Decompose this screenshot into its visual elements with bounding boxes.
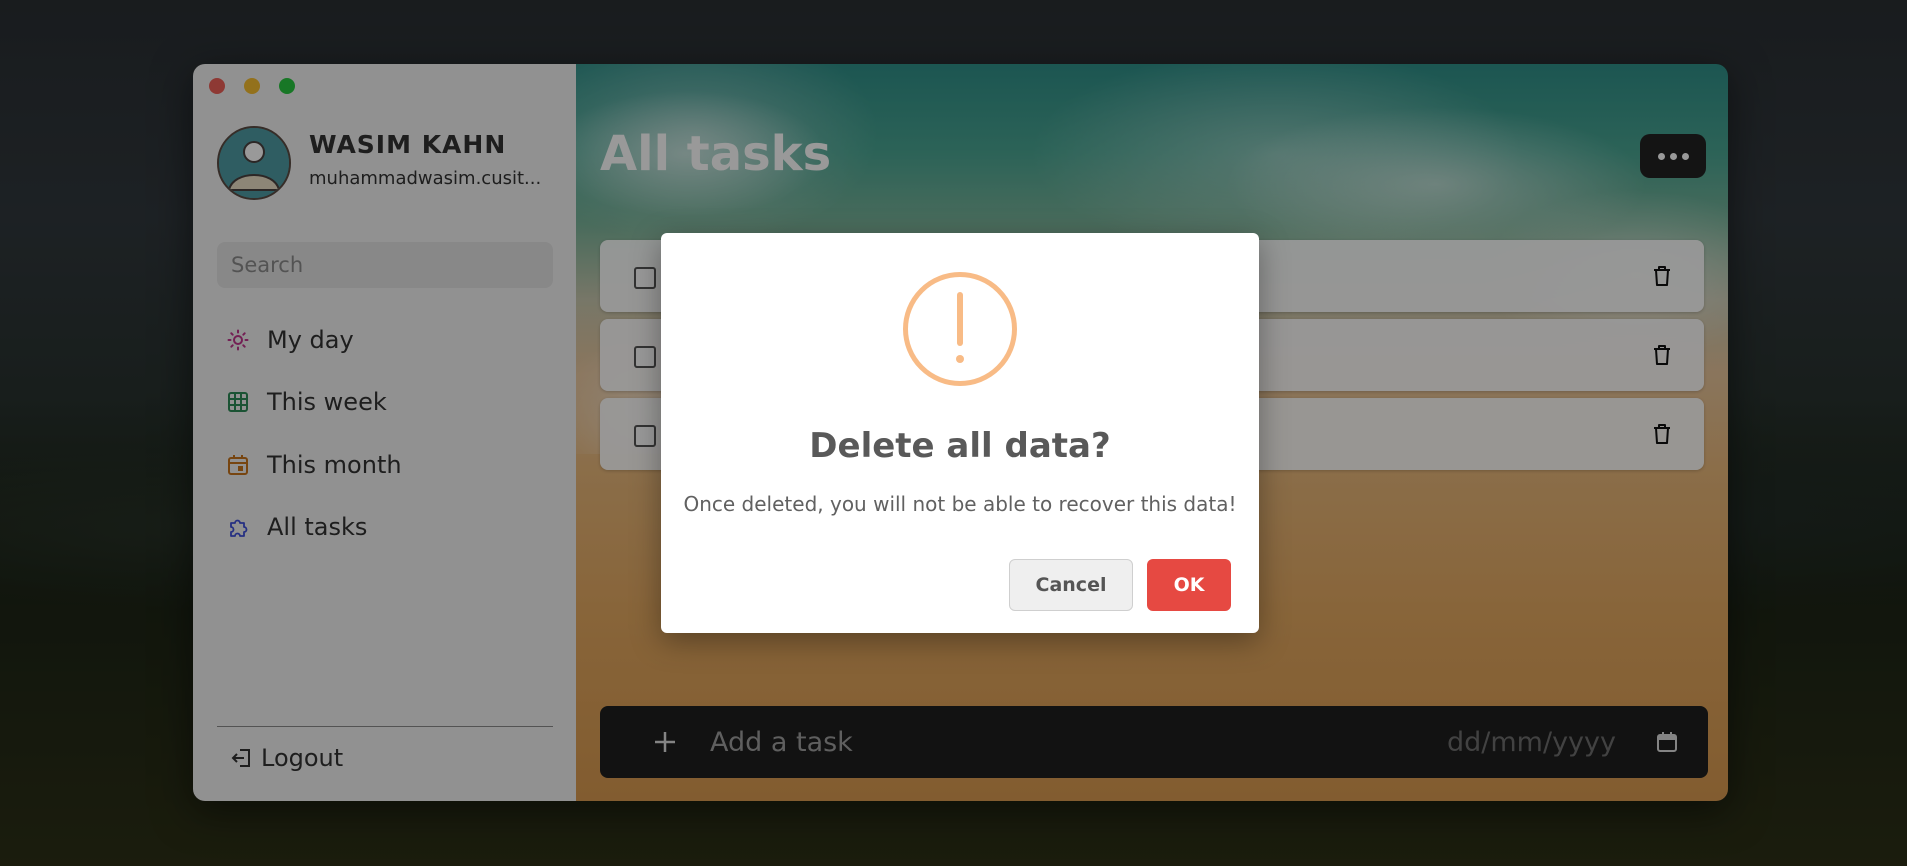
warning-icon-bar (957, 292, 963, 346)
cancel-button[interactable]: Cancel (1009, 559, 1133, 611)
warning-icon (903, 272, 1017, 386)
dialog-title: Delete all data? (809, 426, 1111, 466)
ok-button[interactable]: OK (1147, 559, 1231, 611)
confirm-dialog: Delete all data? Once deleted, you will … (661, 233, 1259, 633)
dialog-message: Once deleted, you will not be able to re… (683, 492, 1237, 516)
warning-icon-dot (956, 355, 964, 363)
